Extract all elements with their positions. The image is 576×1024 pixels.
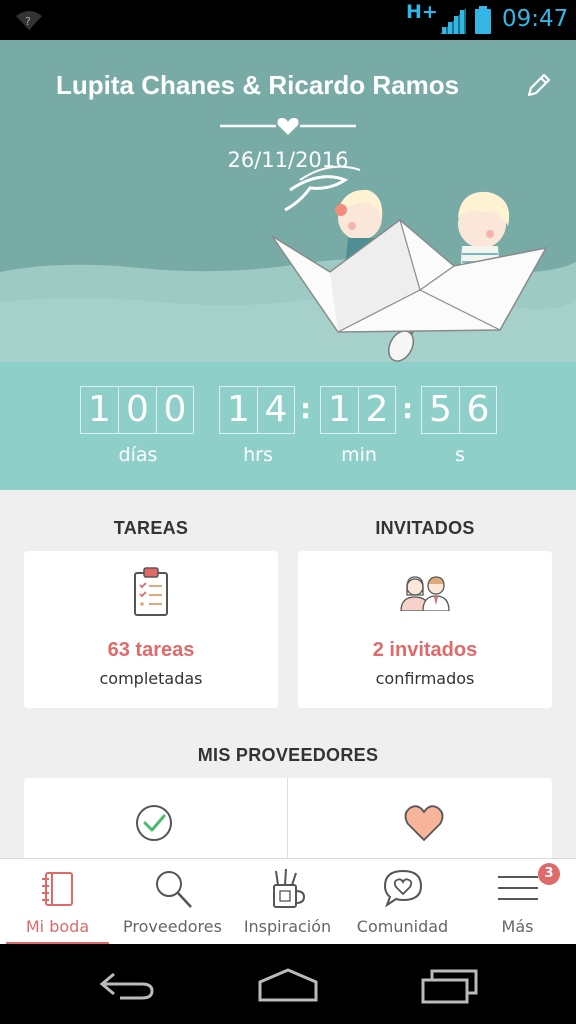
days-digit: 0 [118,386,156,434]
home-icon[interactable] [256,968,320,1002]
system-navigation-bar [0,944,576,1024]
hamburger-menu-icon [498,876,538,900]
guests-count: 2 invitados [372,639,478,661]
hours-digit: 1 [219,386,257,434]
magnifier-icon [156,871,192,908]
guests-title: INVITADOS [375,518,475,538]
days-digits: 1 0 0 [80,386,194,434]
notification-badge: 3 [538,863,560,885]
clipboard-icon [134,567,168,616]
days-label: días [118,444,158,466]
nav-proveedores[interactable]: Proveedores [115,859,230,945]
nav-label: Inspiración [243,917,332,936]
wifi-question-icon: ? [16,11,42,30]
wedding-header: Lupita Chanes & Ricardo Ramos 26/11/2016 [0,40,576,362]
status-clock: 09:47 [502,6,569,32]
pencil-icon[interactable] [524,72,552,100]
couple-guests-icon [400,576,450,611]
signal-icon [440,8,466,34]
svg-text:?: ? [25,15,31,28]
countdown-panel: 1 0 0 1 4 : 1 2 : 5 6 días hrs min s [0,362,576,490]
days-digit: 0 [156,386,194,434]
time-separator: : [300,392,312,425]
pencil-cup-icon [273,868,306,908]
battery-icon [475,6,491,34]
nav-inspiracion[interactable]: Inspiración [230,859,345,945]
tasks-card[interactable]: 63 tareas completadas [24,551,278,708]
heart-icon[interactable] [404,804,444,842]
couple-names: Lupita Chanes & Ricardo Ramos [56,70,460,100]
back-icon[interactable] [98,970,156,1000]
tasks-title: TAREAS [113,518,189,538]
nav-label: Más [501,917,534,936]
hours-digit: 4 [257,386,295,434]
nav-mi-boda[interactable]: Mi boda [0,859,115,945]
notebook-icon [42,872,73,906]
hours-label: hrs [243,444,273,466]
time-separator: : [402,392,414,425]
seconds-digits: 5 6 [421,386,497,434]
nav-comunidad[interactable]: Comunidad [345,859,460,945]
wedding-date: 26/11/2016 [227,148,349,172]
guests-status: confirmados [375,669,475,688]
nav-mas[interactable]: 3 Más [460,859,575,945]
minutes-label: min [341,444,377,466]
bottom-navigation: Mi boda Proveedores Inspiración Comunida… [0,858,576,945]
seconds-digit: 6 [459,386,497,434]
hours-digits: 1 4 [219,386,295,434]
providers-divider [287,778,288,868]
tasks-count: 63 tareas [107,639,195,661]
tasks-status: completadas [99,669,203,688]
providers-card [24,778,552,868]
minutes-digits: 1 2 [320,386,396,434]
days-digit: 1 [80,386,118,434]
heart-divider [220,118,356,135]
nav-label: Proveedores [123,917,222,936]
speech-heart-icon [383,869,423,908]
nav-label: Comunidad [356,917,449,936]
minutes-digit: 1 [320,386,358,434]
network-type: H+ [406,1,438,23]
minutes-digit: 2 [358,386,396,434]
check-circle-icon[interactable] [135,804,173,842]
nav-label: Mi boda [25,917,90,936]
status-bar: ? H+ 09:47 [0,0,576,40]
guests-card[interactable]: 2 invitados confirmados [298,551,552,708]
seconds-digit: 5 [421,386,459,434]
seconds-label: s [455,444,465,466]
recent-apps-icon[interactable] [420,968,480,1004]
providers-title: MIS PROVEEDORES [197,745,379,765]
